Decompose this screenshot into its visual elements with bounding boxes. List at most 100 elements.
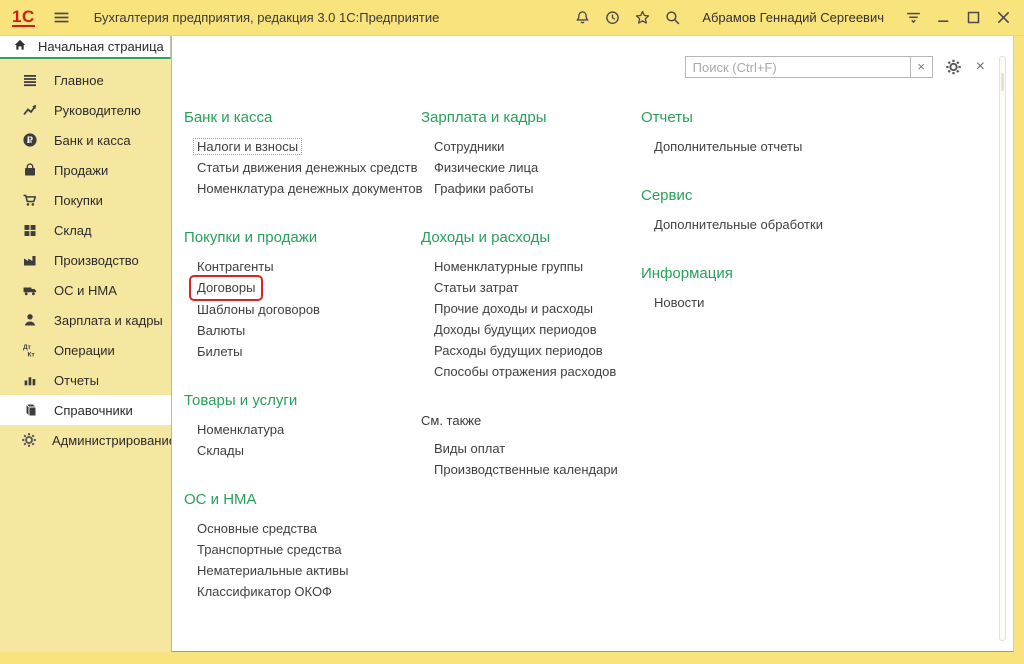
menu-link-label[interactable]: Основные средства (197, 521, 317, 536)
menu-link[interactable]: Классификатор ОКОФ (184, 581, 421, 602)
menu-link-highlighted[interactable]: Договоры (184, 277, 421, 299)
sidebar-item-1[interactable]: Руководителю (0, 95, 171, 125)
minimize-icon[interactable] (935, 9, 952, 26)
current-user[interactable]: Абрамов Геннадий Сергеевич (702, 10, 884, 25)
sidebar-item-6[interactable]: Производство (0, 245, 171, 275)
search-clear-button[interactable]: × (911, 56, 933, 78)
menu-link-label[interactable]: Производственные календари (434, 462, 618, 477)
menu-group-title: Отчеты (641, 108, 1013, 128)
menu-link-label[interactable]: Номенклатура денежных документов (197, 181, 423, 196)
menu-link-label[interactable]: Способы отражения расходов (434, 364, 616, 379)
menu-link[interactable]: Дополнительные обработки (641, 214, 1013, 235)
menu-link[interactable]: Номенклатурные группы (421, 256, 641, 277)
scrollbar-thumb[interactable] (1001, 73, 1004, 91)
close-icon[interactable] (995, 9, 1012, 26)
search-input[interactable] (685, 56, 911, 78)
menu-link[interactable]: Шаблоны договоров (184, 299, 421, 320)
menu-link[interactable]: Графики работы (421, 178, 641, 199)
menu-link-label[interactable]: Номенклатура (197, 422, 284, 437)
service-settings-menu-icon[interactable] (905, 9, 922, 26)
menu-group-title: Доходы и расходы (421, 228, 641, 248)
menu-link[interactable]: Основные средства (184, 518, 421, 539)
menu-link[interactable]: Статьи затрат (421, 277, 641, 298)
menu-link-label[interactable]: Статьи затрат (434, 280, 519, 295)
menu-link[interactable]: Билеты (184, 341, 421, 362)
menu-link-label[interactable]: Номенклатурные группы (434, 259, 583, 274)
history-icon[interactable] (604, 9, 621, 26)
menu-link-label[interactable]: Классификатор ОКОФ (197, 584, 332, 599)
panel-close-icon[interactable]: × (974, 59, 987, 75)
menu-link-label[interactable]: Расходы будущих периодов (434, 343, 603, 358)
menu-link-label[interactable]: Шаблоны договоров (197, 302, 320, 317)
sidebar-item-8[interactable]: Зарплата и кадры (0, 305, 171, 335)
menu-link-label[interactable]: Налоги и взносы (193, 138, 302, 155)
sidebar-item-0[interactable]: Главное (0, 65, 171, 95)
menu-link[interactable]: Производственные календари (421, 459, 641, 480)
menu-link-label[interactable]: Билеты (197, 344, 242, 359)
menu-link-label[interactable]: Сотрудники (434, 139, 504, 154)
sidebar-item-5[interactable]: Склад (0, 215, 171, 245)
maximize-icon[interactable] (965, 9, 982, 26)
book-icon (21, 402, 39, 418)
menu-group: Зарплата и кадрыСотрудникиФизические лиц… (421, 108, 641, 199)
menu-link-label[interactable]: Прочие доходы и расходы (434, 301, 593, 316)
notifications-bell-icon[interactable] (574, 9, 591, 26)
menu-link[interactable]: Номенклатура денежных документов (184, 178, 421, 199)
home-page-tab[interactable]: Начальная страница (0, 36, 171, 59)
directories-panel: × × Банк и кассаНалоги и взносыСтатьи дв… (171, 36, 1014, 652)
menu-link[interactable]: Физические лица (421, 157, 641, 178)
menu-link[interactable]: Склады (184, 440, 421, 461)
menu-link-label[interactable]: Склады (197, 443, 244, 458)
panel-settings-gear-icon[interactable] (945, 59, 962, 76)
menu-link-label[interactable]: Дополнительные обработки (654, 217, 823, 232)
cart-icon (21, 192, 39, 208)
menu-link-label[interactable]: Физические лица (434, 160, 538, 175)
sidebar-item-7[interactable]: ОС и НМА (0, 275, 171, 305)
sidebar-item-12[interactable]: Администрирование (0, 425, 171, 455)
sidebar-item-label: Отчеты (54, 373, 99, 388)
sidebar-item-10[interactable]: Отчеты (0, 365, 171, 395)
menu-link[interactable]: Способы отражения расходов (421, 361, 641, 382)
menu-link[interactable]: Расходы будущих периодов (421, 340, 641, 361)
menu-link[interactable]: Дополнительные отчеты (641, 136, 1013, 157)
menu-link-label[interactable]: Дополнительные отчеты (654, 139, 802, 154)
menu-link-label[interactable]: Виды оплат (434, 441, 505, 456)
menu-link-label[interactable]: Доходы будущих периодов (434, 322, 597, 337)
main-menu-hamburger-icon[interactable] (53, 9, 70, 26)
menu-link[interactable]: Статьи движения денежных средств (184, 157, 421, 178)
gear-icon (21, 432, 37, 448)
menu-link[interactable]: Контрагенты (184, 256, 421, 277)
menu-link[interactable]: Налоги и взносы (184, 136, 421, 157)
menu-link[interactable]: Новости (641, 292, 1013, 313)
menu-lines-icon (21, 72, 39, 88)
sidebar-item-9[interactable]: ДтКтОперации (0, 335, 171, 365)
menu-link-label[interactable]: Валюты (197, 323, 245, 338)
sidebar-item-4[interactable]: Покупки (0, 185, 171, 215)
menu-link[interactable]: Нематериальные активы (184, 560, 421, 581)
menu-group: Покупки и продажиКонтрагентыДоговорыШабл… (184, 228, 421, 362)
menu-link[interactable]: Сотрудники (421, 136, 641, 157)
menu-link[interactable]: Прочие доходы и расходы (421, 298, 641, 319)
menu-link-label[interactable]: Контрагенты (197, 259, 274, 274)
menu-group: ИнформацияНовости (641, 264, 1013, 313)
sidebar-item-11[interactable]: Справочники (0, 395, 171, 425)
sidebar-item-2[interactable]: РБанк и касса (0, 125, 171, 155)
menu-link-label[interactable]: Графики работы (434, 181, 533, 196)
global-search-icon[interactable] (664, 9, 681, 26)
menu-link-label[interactable]: Статьи движения денежных средств (197, 160, 418, 175)
menu-link-label[interactable]: Новости (654, 295, 704, 310)
menu-link[interactable]: Доходы будущих периодов (421, 319, 641, 340)
menu-link[interactable]: Номенклатура (184, 419, 421, 440)
menu-link-label[interactable]: Транспортные средства (197, 542, 342, 557)
menu-link-label[interactable]: Договоры (189, 275, 263, 301)
menu-link[interactable]: Валюты (184, 320, 421, 341)
menu-link[interactable]: Виды оплат (421, 438, 641, 459)
menu-link[interactable]: Транспортные средства (184, 539, 421, 560)
menu-group-title: См. также (421, 411, 641, 431)
sidebar-item-label: Банк и касса (54, 133, 131, 148)
bag-icon (21, 162, 39, 178)
menu-link-label[interactable]: Нематериальные активы (197, 563, 349, 578)
sidebar-item-3[interactable]: Продажи (0, 155, 171, 185)
favorites-star-icon[interactable] (634, 9, 651, 26)
vertical-scrollbar[interactable] (999, 56, 1006, 641)
